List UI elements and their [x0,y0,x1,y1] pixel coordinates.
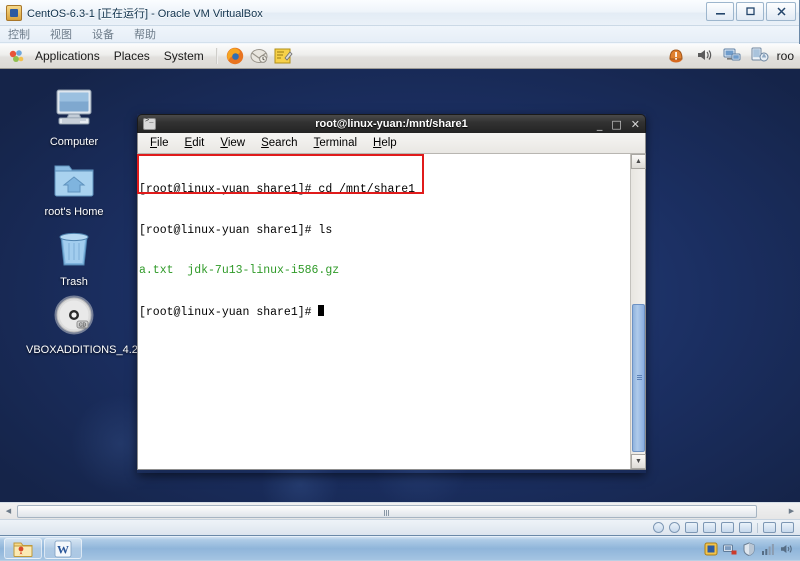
terminal-scrollbar-thumb[interactable] [632,304,645,452]
trash-icon [50,224,98,272]
evolution-mail-launcher-icon[interactable] [249,46,269,66]
virtualbox-icon [6,5,22,21]
guest-screen: Applications Places System [0,44,800,520]
desktop-icon-root-home[interactable]: root's Home [26,154,122,219]
status-sharedfolder-icon[interactable] [739,522,752,533]
cdrom-icon: CD [50,292,98,340]
taskbar-buttons: W [0,538,82,559]
user-switch-icon[interactable] [751,46,771,66]
volume-icon[interactable] [695,46,715,66]
terminal-prompt: [root@linux-yuan share1]# [139,306,318,319]
terminal-maximize-button[interactable]: □ [611,119,621,130]
menu-devices[interactable]: 设备 [92,26,124,42]
desktop-icon-trash-label: Trash [26,276,122,289]
word-icon: W [54,540,72,558]
terminal-menu-view[interactable]: View [212,135,253,151]
panel-separator [216,48,218,64]
scroll-up-arrow-icon[interactable]: ▲ [631,154,646,169]
terminal-scrollbar[interactable]: ▲ ▼ [630,154,645,469]
terminal-output[interactable]: [root@linux-yuan share1]# cd /mnt/share1… [138,154,630,469]
gnome-panel-tray: roo [665,46,796,66]
status-floppy-icon[interactable] [685,522,698,533]
terminal-titlebar[interactable]: root@linux-yuan:/mnt/share1 _ □ ✕ [137,114,646,133]
system-menu[interactable]: System [157,47,211,65]
terminal-menu-search[interactable]: Search [253,135,305,151]
terminal-body[interactable]: [root@linux-yuan share1]# cd /mnt/share1… [137,154,646,470]
virtualbox-window: CentOS-6.3-1 [正在运行] - Oracle VM VirtualB… [0,0,800,536]
tray-volume-icon[interactable] [780,542,794,556]
terminal-menu-help[interactable]: Help [365,135,405,151]
status-cd-icon[interactable] [669,522,680,533]
window-caption-buttons [706,2,796,21]
gnome-top-panel: Applications Places System [0,44,800,69]
svg-text:W: W [57,542,69,556]
desktop-icon-vboxadditions-label: VBOXADDITIONS_4.2.6_82870 [26,344,122,357]
applications-menu[interactable]: Applications [28,47,107,65]
terminal-menu-edit[interactable]: Edit [177,135,213,151]
status-keyboard-icon[interactable] [781,522,794,533]
close-button[interactable] [766,2,796,21]
taskbar-word-button[interactable]: W [44,538,82,559]
virtualbox-horizontal-scrollbar[interactable]: ◀ ▶ [0,502,800,519]
home-folder-icon [50,154,98,202]
tray-network-icon[interactable] [723,542,737,556]
menu-help[interactable]: 帮助 [134,26,166,42]
status-separator [757,523,758,533]
scroll-down-arrow-icon[interactable]: ▼ [631,454,646,469]
tray-shield-icon[interactable] [742,542,756,556]
tray-vbox-icon[interactable] [704,542,718,556]
desktop-icon-vboxadditions[interactable]: CD VBOXADDITIONS_4.2.6_82870 [26,292,122,357]
places-menu[interactable]: Places [107,47,157,65]
terminal-caption-buttons: _ □ ✕ [597,119,640,130]
virtualbox-statusbar [0,519,800,535]
virtualbox-titlebar: CentOS-6.3-1 [正在运行] - Oracle VM VirtualB… [0,0,799,26]
explorer-folder-icon [13,540,33,558]
windows-taskbar: W [0,536,800,560]
status-harddisk-icon[interactable] [653,522,664,533]
status-mouse-icon[interactable] [763,522,776,533]
virtualbox-menubar: 控制 视图 设备 帮助 [0,26,799,43]
menu-control[interactable]: 控制 [8,26,40,42]
scroll-right-arrow-icon[interactable]: ▶ [783,504,800,519]
status-usb-icon[interactable] [721,522,734,533]
terminal-prompt-line: [root@linux-yuan share1]# [139,305,630,319]
scrollbar-track[interactable] [17,504,783,519]
network-icon[interactable] [723,46,743,66]
notification-warning-icon[interactable] [667,46,687,66]
terminal-minimize-button[interactable]: _ [597,119,603,130]
terminal-window: root@linux-yuan:/mnt/share1 _ □ ✕ File E… [137,114,646,473]
terminal-title: root@linux-yuan:/mnt/share1 [138,118,645,130]
scroll-left-arrow-icon[interactable]: ◀ [0,504,17,519]
terminal-cursor [318,305,324,316]
svg-text:CD: CD [79,323,87,329]
applications-menu-icon [8,48,25,65]
maximize-button[interactable] [736,2,764,21]
taskbar-explorer-button[interactable] [4,538,42,559]
desktop-icon-computer-label: Computer [26,136,122,149]
scrollbar-thumb[interactable] [17,505,757,518]
terminal-line: [root@linux-yuan share1]# cd /mnt/share1 [139,183,630,197]
menu-view[interactable]: 视图 [50,26,82,42]
desktop-icon-computer[interactable]: Computer [26,84,122,149]
text-editor-launcher-icon[interactable] [273,46,293,66]
terminal-menu-file[interactable]: File [142,135,177,151]
system-tray [704,542,800,556]
minimize-button[interactable] [706,2,734,21]
terminal-menubar: File Edit View Search Terminal Help [137,133,646,154]
computer-icon [50,84,98,132]
desktop-icon-root-home-label: root's Home [26,206,122,219]
firefox-launcher-icon[interactable] [225,46,245,66]
panel-user-label[interactable]: roo [777,49,794,63]
terminal-line: [root@linux-yuan share1]# ls [139,224,630,238]
status-network-icon[interactable] [703,522,716,533]
terminal-close-button[interactable]: ✕ [631,119,640,130]
terminal-menu-terminal[interactable]: Terminal [306,135,365,151]
tray-signal-icon[interactable] [761,542,775,556]
desktop-icon-trash[interactable]: Trash [26,224,122,289]
virtualbox-title: CentOS-6.3-1 [正在运行] - Oracle VM VirtualB… [27,5,263,21]
terminal-line: a.txt jdk-7u13-linux-i586.gz [139,264,630,278]
